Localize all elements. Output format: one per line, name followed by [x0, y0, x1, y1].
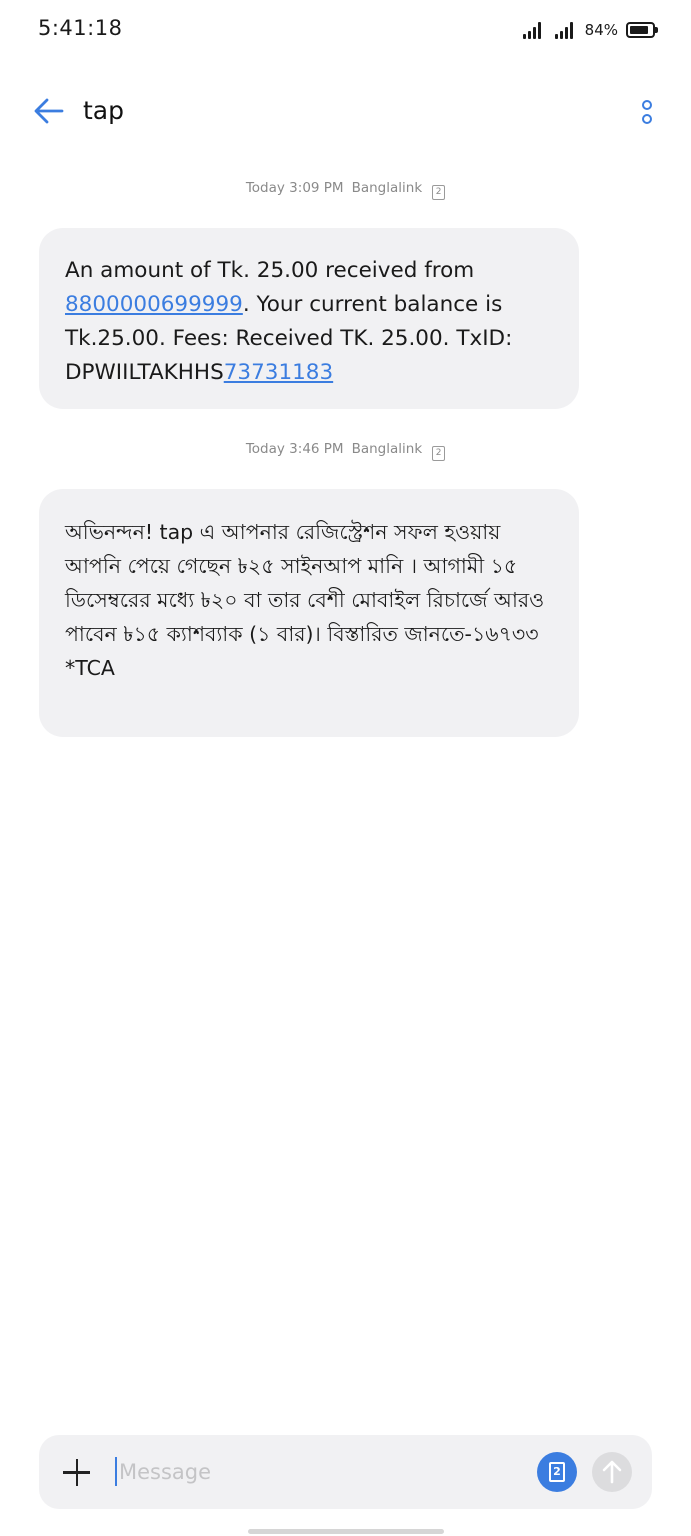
sim-icon: 2: [432, 446, 446, 461]
home-indicator[interactable]: [248, 1529, 444, 1534]
add-attachment-button[interactable]: [59, 1454, 95, 1490]
send-button[interactable]: [592, 1452, 632, 1492]
signal-icon-2: [554, 21, 573, 39]
number-link[interactable]: 73731183: [224, 360, 333, 385]
status-icons: 84%: [522, 18, 658, 42]
battery-percent: 84%: [584, 21, 618, 39]
status-time: 5:41:18: [38, 16, 123, 40]
compose-bar: 2: [39, 1435, 652, 1509]
message-carrier: Banglalink: [351, 180, 423, 196]
message-meta: Today 3:46 PM Banglalink 2: [0, 441, 691, 461]
message-bubble[interactable]: অভিনন্দন! tap এ আপনার রেজিস্ট্রেশন সফল হ…: [39, 489, 579, 737]
more-options-button[interactable]: [633, 94, 661, 130]
message-meta: Today 3:09 PM Banglalink 2: [0, 180, 691, 200]
message-bubble[interactable]: An amount of Tk. 25.00 received from 880…: [39, 228, 579, 409]
conversation-header: tap: [0, 82, 691, 142]
message-input[interactable]: [119, 1451, 519, 1493]
phone-number-link[interactable]: 8800000699999: [65, 292, 243, 317]
text-cursor: [115, 1457, 117, 1486]
message-carrier: Banglalink: [351, 441, 423, 457]
message-footer: *TCA: [65, 656, 115, 680]
message-text: An amount of Tk. 25.00 received from: [65, 258, 475, 283]
send-arrow-icon: [602, 1460, 622, 1484]
messaging-screen: 5:41:18 84% tap Today 3:09 PM Banglalink…: [0, 0, 691, 1536]
message-time: Today 3:09 PM: [245, 180, 344, 196]
conversation-title: tap: [83, 96, 124, 125]
back-button[interactable]: [28, 92, 68, 132]
message-text: অভিনন্দন! tap এ আপনার রেজিস্ট্রেশন সফল হ…: [65, 520, 545, 646]
message-time: Today 3:46 PM: [245, 441, 344, 457]
signal-icon: [522, 21, 541, 39]
more-dot-icon: [642, 100, 652, 110]
sim-select-button[interactable]: 2: [537, 1452, 577, 1492]
more-dot-icon: [642, 114, 652, 124]
back-arrow-icon: [34, 98, 64, 124]
status-bar: 5:41:18 84%: [0, 0, 691, 58]
sim-icon: 2: [432, 185, 446, 200]
battery-icon: [626, 22, 658, 38]
sim-card-icon: 2: [549, 1462, 565, 1482]
